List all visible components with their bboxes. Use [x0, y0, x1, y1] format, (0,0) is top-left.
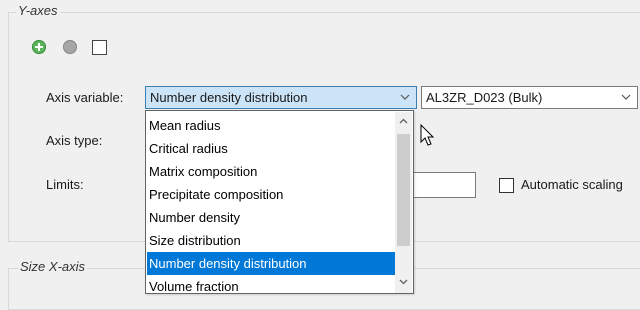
remove-icon[interactable] [63, 40, 77, 54]
axis-variable-label: Axis variable: [46, 90, 124, 105]
chevron-up-icon[interactable] [395, 114, 412, 131]
dropdown-option[interactable]: Mean radius [147, 114, 395, 137]
dropdown-option-selected[interactable]: Number density distribution [147, 252, 395, 275]
yaxes-group-title: Y-axes [16, 3, 60, 18]
chevron-down-icon [621, 87, 631, 108]
chevron-down-icon[interactable] [395, 275, 412, 292]
scrollbar-thumb[interactable] [397, 134, 410, 246]
mouse-pointer-icon [420, 124, 436, 148]
dropdown-scrollbar[interactable] [395, 112, 412, 293]
automatic-scaling-label[interactable]: Automatic scaling [521, 177, 623, 192]
size-xaxis-group-title: Size X-axis [18, 259, 88, 274]
axis-variable-value: Number density distribution [150, 90, 308, 105]
dropdown-option[interactable]: Volume fraction [147, 275, 395, 298]
chevron-down-icon [400, 87, 410, 108]
axis-variable-dropdown[interactable]: Mean radius Critical radius Matrix compo… [145, 110, 414, 294]
checkbox-icon[interactable] [92, 40, 107, 55]
dropdown-option[interactable]: Critical radius [147, 137, 395, 160]
phase-combo[interactable]: AL3ZR_D023 (Bulk) [421, 86, 638, 109]
phase-value: AL3ZR_D023 (Bulk) [426, 90, 543, 105]
dropdown-option[interactable]: Size distribution [147, 229, 395, 252]
dropdown-option[interactable]: Number density [147, 206, 395, 229]
axis-variable-combo[interactable]: Number density distribution [145, 86, 417, 109]
automatic-scaling-checkbox[interactable] [499, 178, 514, 193]
limits-label: Limits: [46, 177, 84, 192]
add-icon[interactable] [32, 40, 46, 54]
dropdown-option[interactable]: Matrix composition [147, 160, 395, 183]
axis-type-label: Axis type: [46, 133, 103, 148]
dropdown-option[interactable]: Precipitate composition [147, 183, 395, 206]
